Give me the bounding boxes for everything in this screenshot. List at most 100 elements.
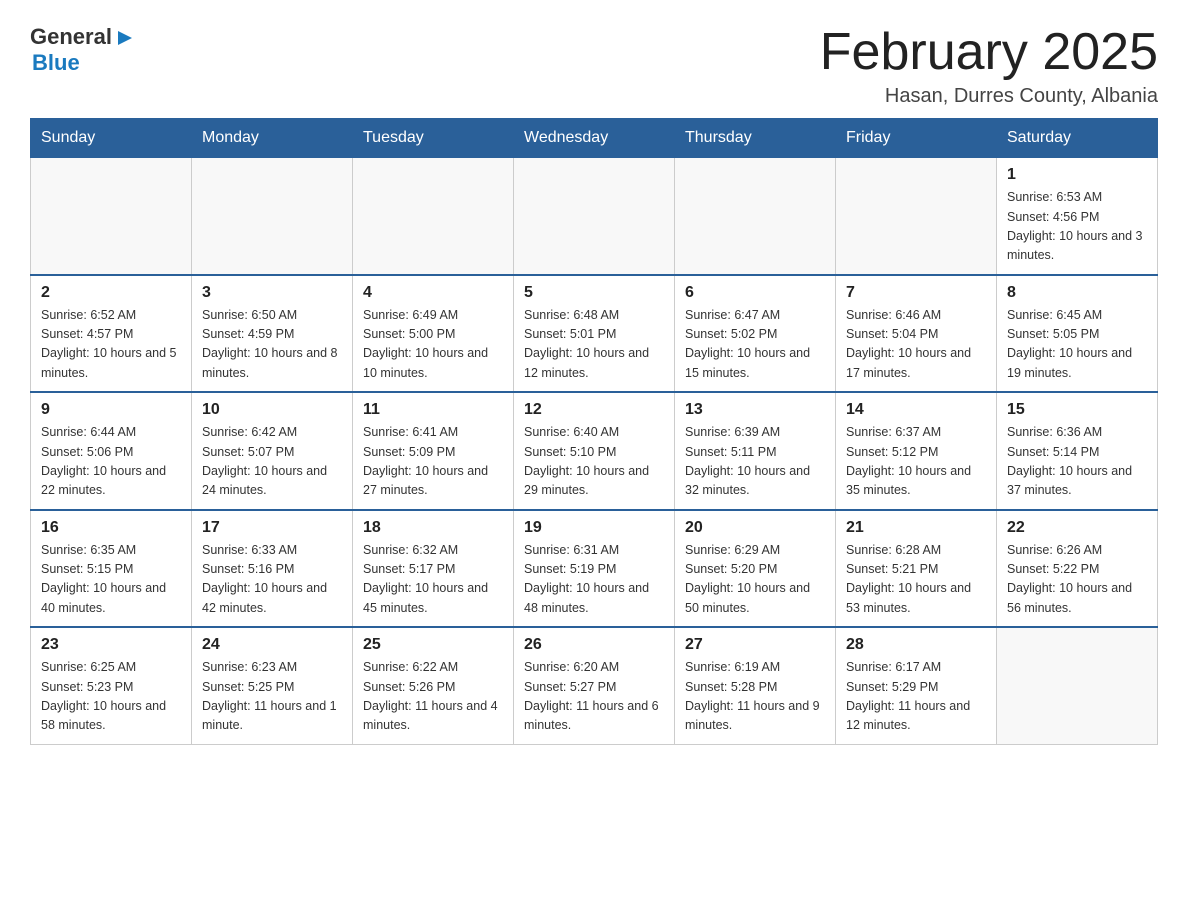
day-info: Sunrise: 6:47 AM Sunset: 5:02 PM Dayligh… <box>685 306 825 384</box>
calendar-day-cell: 22 Sunrise: 6:26 AM Sunset: 5:22 PM Dayli… <box>997 510 1158 628</box>
day-number: 27 <box>685 636 825 654</box>
logo-arrow-icon <box>114 27 136 49</box>
day-info: Sunrise: 6:46 AM Sunset: 5:04 PM Dayligh… <box>846 306 986 384</box>
calendar-day-cell: 12Sunrise: 6:40 AM Sunset: 5:10 PM Dayli… <box>514 392 675 510</box>
calendar-week-row: 23 Sunrise: 6:25 AM Sunset: 5:23 PM Dayli… <box>31 627 1158 744</box>
day-number: 3 <box>202 284 342 302</box>
day-number: 20 <box>685 519 825 537</box>
logo: General Blue <box>30 24 136 76</box>
day-info: Sunrise: 6:39 AM Sunset: 5:11 PM Dayligh… <box>685 423 825 501</box>
calendar-subtitle: Hasan, Durres County, Albania <box>820 85 1158 108</box>
day-number: 17 <box>202 519 342 537</box>
calendar-day-cell: 21 Sunrise: 6:28 AM Sunset: 5:21 PM Dayli… <box>836 510 997 628</box>
calendar-table: SundayMondayTuesdayWednesdayThursdayFrid… <box>30 118 1158 745</box>
day-number: 25 <box>363 636 503 654</box>
logo-line1: General <box>30 24 136 50</box>
day-number: 6 <box>685 284 825 302</box>
calendar-day-cell: 3 Sunrise: 6:50 AM Sunset: 4:59 PM Daylig… <box>192 275 353 393</box>
day-number: 28 <box>846 636 986 654</box>
calendar-day-cell: 23 Sunrise: 6:25 AM Sunset: 5:23 PM Dayli… <box>31 627 192 744</box>
day-info: Sunrise: 6:44 AM Sunset: 5:06 PM Dayligh… <box>41 423 181 501</box>
calendar-title: February 2025 <box>820 24 1158 81</box>
day-number: 4 <box>363 284 503 302</box>
calendar-day-cell: 18Sunrise: 6:32 AM Sunset: 5:17 PM Dayli… <box>353 510 514 628</box>
column-header-tuesday: Tuesday <box>353 119 514 158</box>
calendar-day-cell: 2 Sunrise: 6:52 AM Sunset: 4:57 PM Daylig… <box>31 275 192 393</box>
day-info: Sunrise: 6:19 AM Sunset: 5:28 PM Dayligh… <box>685 658 825 736</box>
calendar-day-cell: 10Sunrise: 6:42 AM Sunset: 5:07 PM Dayli… <box>192 392 353 510</box>
day-info: Sunrise: 6:26 AM Sunset: 5:22 PM Dayligh… <box>1007 541 1147 619</box>
day-info: Sunrise: 6:33 AM Sunset: 5:16 PM Dayligh… <box>202 541 342 619</box>
calendar-day-cell: 1 Sunrise: 6:53 AM Sunset: 4:56 PM Daylig… <box>997 158 1158 275</box>
day-info: Sunrise: 6:35 AM Sunset: 5:15 PM Dayligh… <box>41 541 181 619</box>
day-number: 19 <box>524 519 664 537</box>
day-number: 21 <box>846 519 986 537</box>
day-info: Sunrise: 6:31 AM Sunset: 5:19 PM Dayligh… <box>524 541 664 619</box>
day-number: 16 <box>41 519 181 537</box>
day-number: 11 <box>363 401 503 419</box>
calendar-day-cell: 7 Sunrise: 6:46 AM Sunset: 5:04 PM Daylig… <box>836 275 997 393</box>
calendar-day-cell: 4 Sunrise: 6:49 AM Sunset: 5:00 PM Daylig… <box>353 275 514 393</box>
calendar-day-cell: 13 Sunrise: 6:39 AM Sunset: 5:11 PM Dayli… <box>675 392 836 510</box>
calendar-day-cell: 5 Sunrise: 6:48 AM Sunset: 5:01 PM Daylig… <box>514 275 675 393</box>
calendar-day-cell: 9 Sunrise: 6:44 AM Sunset: 5:06 PM Daylig… <box>31 392 192 510</box>
calendar-day-cell: 8 Sunrise: 6:45 AM Sunset: 5:05 PM Daylig… <box>997 275 1158 393</box>
calendar-day-cell: 17 Sunrise: 6:33 AM Sunset: 5:16 PM Dayli… <box>192 510 353 628</box>
calendar-day-cell: 20 Sunrise: 6:29 AM Sunset: 5:20 PM Dayli… <box>675 510 836 628</box>
logo-blue-text: Blue <box>30 50 136 76</box>
calendar-day-cell <box>192 158 353 275</box>
calendar-day-cell: 15Sunrise: 6:36 AM Sunset: 5:14 PM Dayli… <box>997 392 1158 510</box>
calendar-week-row: 9 Sunrise: 6:44 AM Sunset: 5:06 PM Daylig… <box>31 392 1158 510</box>
day-info: Sunrise: 6:25 AM Sunset: 5:23 PM Dayligh… <box>41 658 181 736</box>
logo-general-text: General <box>30 24 112 50</box>
day-number: 5 <box>524 284 664 302</box>
day-info: Sunrise: 6:45 AM Sunset: 5:05 PM Dayligh… <box>1007 306 1147 384</box>
day-number: 14 <box>846 401 986 419</box>
calendar-day-cell: 28Sunrise: 6:17 AM Sunset: 5:29 PM Dayli… <box>836 627 997 744</box>
column-header-sunday: Sunday <box>31 119 192 158</box>
day-info: Sunrise: 6:23 AM Sunset: 5:25 PM Dayligh… <box>202 658 342 736</box>
calendar-day-cell <box>836 158 997 275</box>
day-info: Sunrise: 6:48 AM Sunset: 5:01 PM Dayligh… <box>524 306 664 384</box>
calendar-day-cell: 6 Sunrise: 6:47 AM Sunset: 5:02 PM Daylig… <box>675 275 836 393</box>
day-number: 9 <box>41 401 181 419</box>
calendar-day-cell <box>514 158 675 275</box>
day-number: 1 <box>1007 166 1147 184</box>
day-info: Sunrise: 6:53 AM Sunset: 4:56 PM Dayligh… <box>1007 188 1147 266</box>
column-header-wednesday: Wednesday <box>514 119 675 158</box>
day-info: Sunrise: 6:29 AM Sunset: 5:20 PM Dayligh… <box>685 541 825 619</box>
calendar-day-cell: 27 Sunrise: 6:19 AM Sunset: 5:28 PM Dayli… <box>675 627 836 744</box>
calendar-day-cell: 24 Sunrise: 6:23 AM Sunset: 5:25 PM Dayli… <box>192 627 353 744</box>
day-number: 22 <box>1007 519 1147 537</box>
day-number: 8 <box>1007 284 1147 302</box>
day-info: Sunrise: 6:49 AM Sunset: 5:00 PM Dayligh… <box>363 306 503 384</box>
day-number: 2 <box>41 284 181 302</box>
day-info: Sunrise: 6:32 AM Sunset: 5:17 PM Dayligh… <box>363 541 503 619</box>
day-info: Sunrise: 6:20 AM Sunset: 5:27 PM Dayligh… <box>524 658 664 736</box>
title-block: February 2025 Hasan, Durres County, Alba… <box>820 24 1158 108</box>
column-header-monday: Monday <box>192 119 353 158</box>
calendar-day-cell: 26 Sunrise: 6:20 AM Sunset: 5:27 PM Dayli… <box>514 627 675 744</box>
day-info: Sunrise: 6:36 AM Sunset: 5:14 PM Dayligh… <box>1007 423 1147 501</box>
column-header-saturday: Saturday <box>997 119 1158 158</box>
day-number: 13 <box>685 401 825 419</box>
calendar-day-cell: 16 Sunrise: 6:35 AM Sunset: 5:15 PM Dayli… <box>31 510 192 628</box>
day-number: 26 <box>524 636 664 654</box>
day-info: Sunrise: 6:42 AM Sunset: 5:07 PM Dayligh… <box>202 423 342 501</box>
calendar-header-row: SundayMondayTuesdayWednesdayThursdayFrid… <box>31 119 1158 158</box>
calendar-day-cell <box>997 627 1158 744</box>
calendar-day-cell <box>31 158 192 275</box>
calendar-day-cell: 19 Sunrise: 6:31 AM Sunset: 5:19 PM Dayli… <box>514 510 675 628</box>
day-info: Sunrise: 6:41 AM Sunset: 5:09 PM Dayligh… <box>363 423 503 501</box>
day-info: Sunrise: 6:40 AM Sunset: 5:10 PM Dayligh… <box>524 423 664 501</box>
calendar-day-cell: 11 Sunrise: 6:41 AM Sunset: 5:09 PM Dayli… <box>353 392 514 510</box>
calendar-day-cell <box>675 158 836 275</box>
day-info: Sunrise: 6:37 AM Sunset: 5:12 PM Dayligh… <box>846 423 986 501</box>
day-info: Sunrise: 6:50 AM Sunset: 4:59 PM Dayligh… <box>202 306 342 384</box>
day-number: 7 <box>846 284 986 302</box>
day-number: 23 <box>41 636 181 654</box>
day-number: 24 <box>202 636 342 654</box>
calendar-week-row: 2 Sunrise: 6:52 AM Sunset: 4:57 PM Daylig… <box>31 275 1158 393</box>
day-info: Sunrise: 6:52 AM Sunset: 4:57 PM Dayligh… <box>41 306 181 384</box>
day-info: Sunrise: 6:28 AM Sunset: 5:21 PM Dayligh… <box>846 541 986 619</box>
